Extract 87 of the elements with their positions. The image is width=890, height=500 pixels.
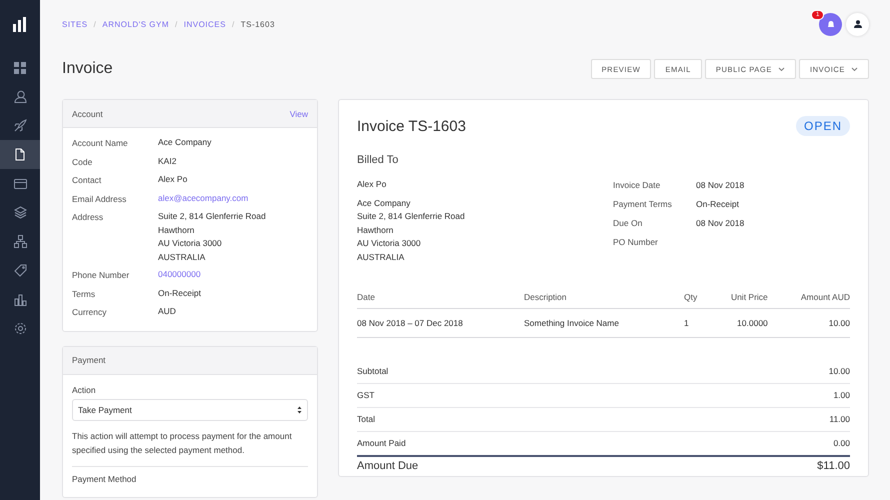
billed-to-heading: Billed To xyxy=(357,154,400,166)
column-header: Qty xyxy=(684,286,706,308)
bar-chart-icon xyxy=(14,294,26,306)
address-line: Ace Company xyxy=(357,196,412,210)
address-line: Hawthorn xyxy=(357,224,394,236)
field-value: Ace Company xyxy=(158,136,212,149)
field-link[interactable]: 040000000 xyxy=(158,268,201,282)
total-value: 11.00 xyxy=(829,414,850,425)
amount-due-value: $11.00 xyxy=(817,461,850,472)
breadcrumb-link[interactable]: ARNOLD'S GYM xyxy=(102,20,170,28)
breadcrumb-separator: / xyxy=(232,20,235,28)
total-value: 0.00 xyxy=(833,438,850,449)
breadcrumb-separator: / xyxy=(175,20,178,28)
table-cell: 10.0000 xyxy=(706,308,768,338)
table-cell: 10.00 xyxy=(768,308,850,338)
total-label: GST xyxy=(357,390,374,401)
table-cell: Something Invoice Name xyxy=(524,308,684,338)
table-cell: 1 xyxy=(684,308,706,338)
field-label: Phone Number xyxy=(72,269,130,282)
user-menu-button[interactable] xyxy=(846,12,869,36)
field-value: KAI2 xyxy=(158,154,176,168)
user-icon xyxy=(854,20,862,28)
action-select[interactable]: Take Payment xyxy=(72,398,308,420)
field-label: Contact xyxy=(72,174,102,187)
field-label: Code xyxy=(72,156,94,168)
field-value: AU Victoria 3000 xyxy=(158,237,222,250)
column-header: Date xyxy=(357,286,524,308)
meta-value: 08 Nov 2018 xyxy=(696,179,744,192)
total-label: Amount Paid xyxy=(357,438,406,449)
up-down-caret-icon xyxy=(297,406,302,414)
column-header: Description xyxy=(524,286,684,308)
field-value: Hawthorn xyxy=(158,224,194,236)
column-header: Unit Price xyxy=(706,286,768,308)
layers-icon xyxy=(14,206,26,219)
invoice-title: Invoice TS-1603 xyxy=(357,118,466,134)
field-value: Suite 2, 814 Glenferrie Road xyxy=(158,210,266,223)
field-label: Email Address xyxy=(72,192,128,206)
meta-label: Due On xyxy=(613,217,644,230)
field-label: Account Name xyxy=(72,137,129,150)
meta-label: PO Number xyxy=(613,236,659,249)
breadcrumb-link[interactable]: SITES xyxy=(62,20,88,28)
view-link[interactable]: View xyxy=(290,108,308,118)
field-label: Address xyxy=(72,211,104,224)
column-header: Amount AUD xyxy=(768,286,850,308)
meta-value: On-Receipt xyxy=(696,198,739,211)
page-title: Invoice xyxy=(62,60,113,78)
field-label: Currency xyxy=(72,306,108,319)
field-value: AUD xyxy=(158,305,176,318)
breadcrumb-link[interactable]: TS-1603 xyxy=(240,20,275,28)
notifications-button[interactable] xyxy=(819,12,842,36)
meta-value: 08 Nov 2018 xyxy=(696,217,744,230)
bar-chart-logo-icon xyxy=(13,17,27,32)
sitemap-icon xyxy=(14,235,26,248)
status-badge: OPEN xyxy=(796,116,850,136)
field-value: Alex Po xyxy=(158,173,188,186)
rocket-icon xyxy=(14,119,26,132)
breadcrumb-separator: / xyxy=(94,20,96,28)
contact-name: Alex Po xyxy=(357,178,388,191)
field-value: AUSTRALIA xyxy=(158,250,206,264)
settings-icon xyxy=(14,322,26,335)
address-line: Suite 2, 814 Glenferrie Road xyxy=(357,210,466,223)
total-label: Subtotal xyxy=(357,366,388,377)
total-value: 10.00 xyxy=(828,366,850,377)
address-line: AU Victoria 3000 xyxy=(357,237,422,250)
credit-card-icon xyxy=(14,178,26,188)
field-value: On-Receipt xyxy=(158,286,201,300)
total-value: 1.00 xyxy=(833,390,850,401)
field-link[interactable]: alex@acecompany.com xyxy=(158,192,248,205)
meta-label: Invoice Date xyxy=(613,179,662,192)
field-label: Payment Method xyxy=(72,474,138,484)
card-title: Payment xyxy=(72,355,106,365)
grid-icon xyxy=(14,62,26,74)
total-label: Total xyxy=(357,414,375,425)
card-title: Account xyxy=(72,108,103,118)
address-line: AUSTRALIA xyxy=(357,250,406,264)
amount-due-label: Amount Due xyxy=(357,461,418,472)
meta-label: Payment Terms xyxy=(613,198,673,211)
help-text: This action will attempt to process payment for the amount specified using the selected payment method. xyxy=(72,430,293,457)
nav-item[interactable] xyxy=(0,140,40,169)
tag-icon xyxy=(14,264,26,277)
user-icon xyxy=(14,90,26,103)
field-label: Terms xyxy=(72,288,96,300)
breadcrumb-link[interactable]: INVOICES xyxy=(184,20,226,28)
field-label: Action xyxy=(72,384,97,394)
bell-icon xyxy=(826,20,834,28)
document-icon xyxy=(15,148,25,161)
table-cell: 08 Nov 2018 – 07 Dec 2018 xyxy=(357,308,524,338)
